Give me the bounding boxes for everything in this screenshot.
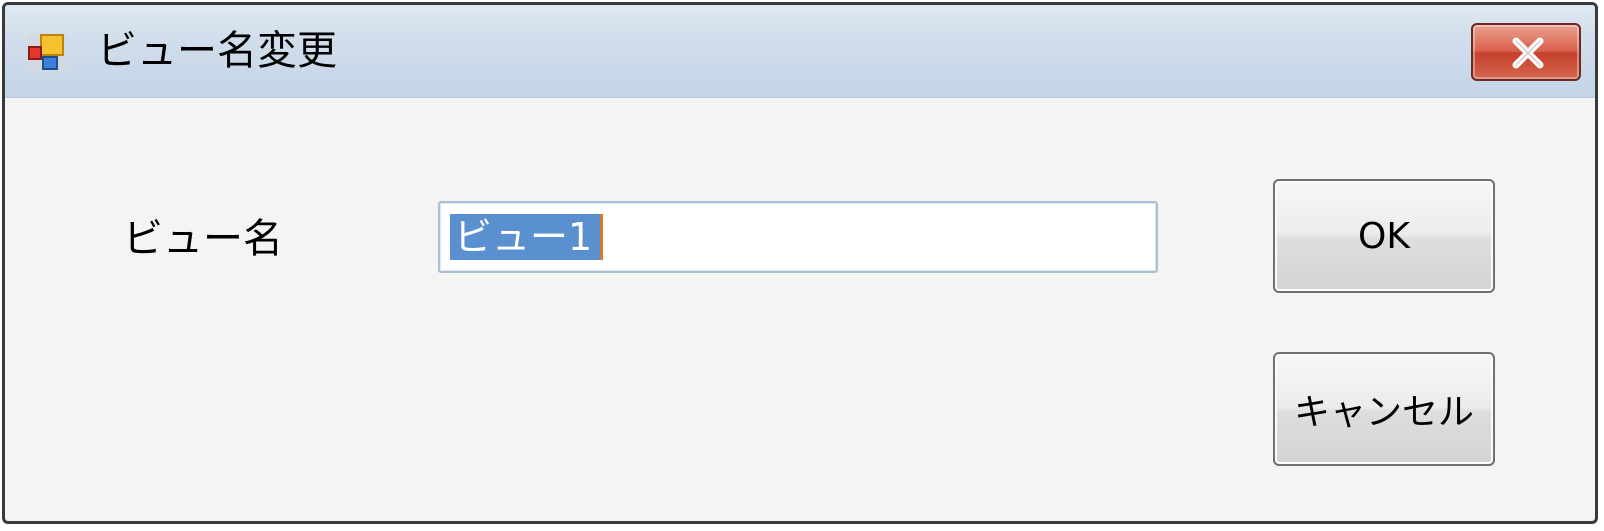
- rename-view-dialog: ビュー名変更 ビュー名 ビュー1 OK キャンセル: [2, 2, 1598, 524]
- view-name-input[interactable]: ビュー1: [438, 201, 1158, 273]
- window-title: ビュー名変更: [97, 28, 337, 74]
- app-window-icon: [27, 33, 67, 73]
- text-caret: [600, 214, 603, 260]
- view-name-label: ビュー名: [123, 216, 283, 262]
- view-name-input-value: ビュー1: [450, 214, 601, 260]
- cancel-button[interactable]: キャンセル: [1273, 352, 1495, 466]
- close-x-icon: [1512, 37, 1544, 69]
- close-button[interactable]: [1471, 23, 1581, 81]
- title-bar[interactable]: ビュー名変更: [5, 5, 1595, 98]
- ok-button[interactable]: OK: [1273, 179, 1495, 293]
